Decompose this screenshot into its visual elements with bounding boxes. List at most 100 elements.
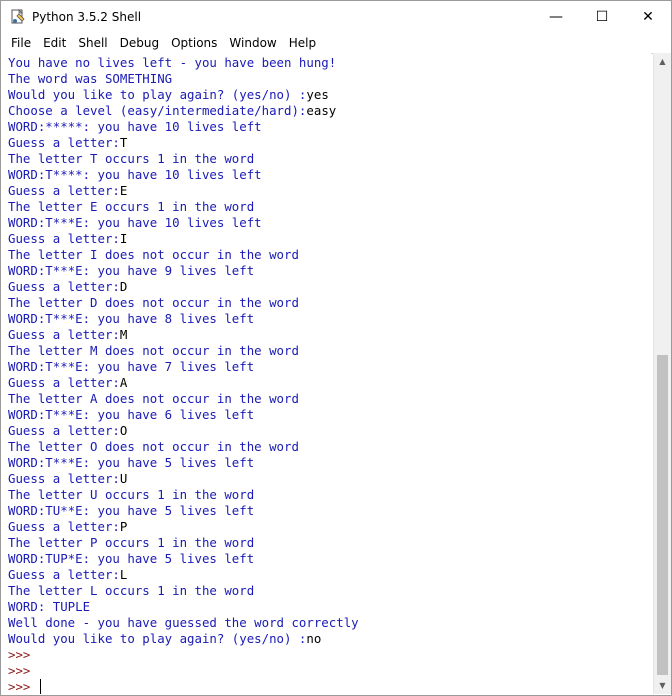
shell-line: The letter D does not occur in the word (8, 295, 651, 311)
user-input: E (119, 183, 128, 198)
user-input: T (119, 135, 128, 150)
program-output: The letter M does not occur in the word (8, 343, 299, 358)
shell-text-area[interactable]: You have no lives left - you have been h… (1, 53, 651, 694)
scroll-up-button[interactable]: ▲ (654, 53, 671, 70)
program-output: The letter E occurs 1 in the word (8, 199, 255, 214)
shell-line: Guess a letter:M (8, 327, 651, 343)
program-output: Guess a letter: (8, 327, 120, 342)
menu-window[interactable]: Window (223, 33, 282, 53)
program-output: The letter O does not occur in the word (8, 439, 299, 454)
program-output: Would you like to play again? (yes/no) : (8, 87, 307, 102)
user-input: P (119, 519, 128, 534)
maximize-icon: ☐ (595, 9, 609, 25)
shell-line: Guess a letter:U (8, 471, 651, 487)
shell-line: WORD: TUPLE (8, 599, 651, 615)
shell-line: Well done - you have guessed the word co… (8, 615, 651, 631)
program-output: The letter D does not occur in the word (8, 295, 299, 310)
shell-line: WORD:T***E: you have 10 lives left (8, 215, 651, 231)
user-input: U (119, 471, 128, 486)
shell-line: WORD:T***E: you have 6 lives left (8, 407, 651, 423)
menu-options[interactable]: Options (165, 33, 223, 53)
program-output: WORD:TUP*E: you have 5 lives left (8, 551, 255, 566)
shell-line: Would you like to play again? (yes/no) :… (8, 87, 651, 103)
program-output: You have no lives left - you have been h… (8, 55, 337, 70)
scrollbar-thumb[interactable] (657, 355, 668, 675)
shell-line: Guess a letter:P (8, 519, 651, 535)
program-output: Guess a letter: (8, 423, 120, 438)
scroll-down-button[interactable]: ▼ (654, 677, 671, 694)
program-output: Guess a letter: (8, 231, 120, 246)
shell-prompt: >>> (8, 663, 31, 678)
user-input: easy (306, 103, 337, 118)
shell-line: WORD:T****: you have 10 lives left (8, 167, 651, 183)
menu-edit[interactable]: Edit (37, 33, 72, 53)
shell-line: >>> (8, 679, 651, 694)
program-output: WORD:T***E: you have 7 lives left (8, 359, 255, 374)
shell-line: The letter I does not occur in the word (8, 247, 651, 263)
title-bar[interactable]: Python 3.5.2 Shell — ☐ ✕ (1, 1, 671, 33)
program-output: The letter P occurs 1 in the word (8, 535, 255, 550)
shell-line: The letter U occurs 1 in the word (8, 487, 651, 503)
program-output: WORD:T***E: you have 6 lives left (8, 407, 255, 422)
program-output: WORD:T***E: you have 5 lives left (8, 455, 255, 470)
shell-line: WORD:TUP*E: you have 5 lives left (8, 551, 651, 567)
program-output: Choose a level (easy/intermediate/hard): (8, 103, 307, 118)
shell-line: The word was SOMETHING (8, 71, 651, 87)
user-input: A (119, 375, 128, 390)
vertical-scrollbar[interactable]: ▲ ▼ (653, 53, 671, 694)
program-output: Guess a letter: (8, 135, 120, 150)
user-input: L (119, 567, 128, 582)
menu-file[interactable]: File (5, 33, 37, 53)
shell-line: Would you like to play again? (yes/no) :… (8, 631, 651, 647)
program-output: Would you like to play again? (yes/no) : (8, 631, 307, 646)
shell-line: WORD:TU**E: you have 5 lives left (8, 503, 651, 519)
menu-shell[interactable]: Shell (72, 33, 113, 53)
shell-line: Guess a letter:T (8, 135, 651, 151)
program-output: The letter A does not occur in the word (8, 391, 299, 406)
triangle-up-icon: ▲ (659, 57, 666, 66)
program-output: Guess a letter: (8, 279, 120, 294)
menu-debug[interactable]: Debug (114, 33, 165, 53)
shell-prompt: >>> (8, 679, 38, 694)
close-button[interactable]: ✕ (625, 1, 671, 33)
text-cursor (39, 679, 41, 694)
program-output: The letter U occurs 1 in the word (8, 487, 255, 502)
minimize-button[interactable]: — (533, 1, 579, 33)
program-output: WORD:T***E: you have 10 lives left (8, 215, 262, 230)
program-output: WORD:T***E: you have 8 lives left (8, 311, 255, 326)
program-output: Well done - you have guessed the word co… (8, 615, 359, 630)
shell-line: The letter T occurs 1 in the word (8, 151, 651, 167)
close-icon: ✕ (642, 9, 654, 25)
user-input: I (119, 231, 128, 246)
shell-line: You have no lives left - you have been h… (8, 55, 651, 71)
program-output: WORD:T***E: you have 9 lives left (8, 263, 255, 278)
maximize-button[interactable]: ☐ (579, 1, 625, 33)
shell-line: The letter M does not occur in the word (8, 343, 651, 359)
program-output: WORD:TU**E: you have 5 lives left (8, 503, 255, 518)
menu-help[interactable]: Help (283, 33, 322, 53)
program-output: Guess a letter: (8, 375, 120, 390)
program-output: WORD:*****: you have 10 lives left (8, 119, 262, 134)
user-input: no (306, 631, 322, 646)
shell-line: WORD:*****: you have 10 lives left (8, 119, 651, 135)
program-output: WORD:T****: you have 10 lives left (8, 167, 262, 182)
program-output: The letter T occurs 1 in the word (8, 151, 255, 166)
shell-line: WORD:T***E: you have 8 lives left (8, 311, 651, 327)
shell-line: The letter O does not occur in the word (8, 439, 651, 455)
shell-line: >>> (8, 663, 651, 679)
shell-line: Guess a letter:L (8, 567, 651, 583)
user-input: O (119, 423, 128, 438)
program-output: Guess a letter: (8, 567, 120, 582)
shell-line: WORD:T***E: you have 5 lives left (8, 455, 651, 471)
program-output: WORD: TUPLE (8, 599, 91, 614)
user-input: M (119, 327, 128, 342)
shell-line: WORD:T***E: you have 9 lives left (8, 263, 651, 279)
shell-line: Guess a letter:A (8, 375, 651, 391)
minimize-icon: — (549, 9, 563, 25)
shell-line: WORD:T***E: you have 7 lives left (8, 359, 651, 375)
window-title: Python 3.5.2 Shell (32, 10, 142, 24)
program-output: Guess a letter: (8, 183, 120, 198)
menu-bar: File Edit Shell Debug Options Window Hel… (1, 33, 671, 54)
triangle-down-icon: ▼ (659, 681, 666, 690)
window-controls: — ☐ ✕ (533, 1, 671, 33)
